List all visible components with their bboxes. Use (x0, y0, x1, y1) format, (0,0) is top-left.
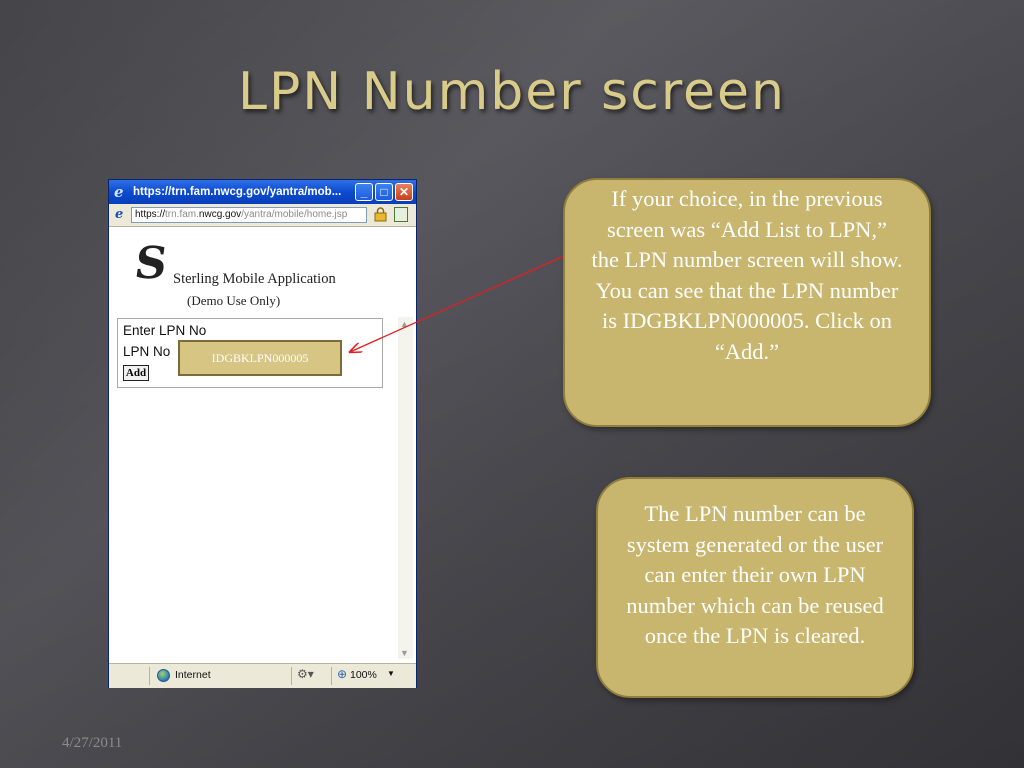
address-bar: e https://trn.fam.nwcg.gov/yantra/mobile… (109, 204, 416, 227)
close-button[interactable]: ✕ (395, 183, 413, 201)
page-report-icon[interactable] (394, 207, 408, 222)
scroll-up-icon[interactable]: ▲ (400, 319, 409, 329)
slide-date: 4/27/2011 (62, 735, 123, 751)
add-button[interactable]: Add (123, 365, 149, 381)
page-favicon-icon: e (115, 207, 124, 222)
form-heading: Enter LPN No (123, 323, 207, 338)
zoom-level[interactable]: 100% (350, 669, 377, 681)
slide-title: LPN Number screen (237, 62, 787, 122)
sterling-logo-icon: S (131, 238, 171, 289)
callout-lpn-generation: The LPN number can be system generated o… (596, 477, 914, 698)
chevron-down-icon[interactable]: ▼ (387, 669, 395, 678)
browser-titlebar[interactable]: e https://trn.fam.nwcg.gov/yantra/mob...… (109, 180, 416, 204)
status-separator (331, 667, 332, 685)
lpn-label: LPN No (123, 344, 171, 359)
minimize-button[interactable]: _ (355, 183, 373, 201)
status-zone: Internet (175, 669, 211, 681)
address-path: /yantra/mobile/home.jsp (241, 209, 348, 220)
scroll-down-icon[interactable]: ▼ (400, 648, 409, 658)
vertical-scrollbar[interactable] (398, 317, 413, 659)
zoom-icon[interactable]: ⊕ (337, 667, 347, 681)
lpn-value-highlight: IDGBKLPN000005 (178, 340, 342, 376)
address-host-dim: trn.fam. (165, 209, 199, 220)
callout-lpn-screen: If your choice, in the previous screen w… (563, 178, 931, 427)
lock-icon[interactable] (373, 207, 388, 222)
maximize-button[interactable]: □ (375, 183, 393, 201)
address-input[interactable]: https://trn.fam.nwcg.gov/yantra/mobile/h… (131, 207, 367, 223)
ie-logo-icon: e (114, 183, 124, 201)
globe-icon (157, 669, 170, 682)
status-separator (291, 667, 292, 685)
status-bar: Internet ⚙▾ ⊕ 100% ▼ (109, 663, 416, 688)
status-separator (149, 667, 150, 685)
address-host: nwcg.gov (198, 209, 242, 220)
protected-mode-icon[interactable]: ⚙▾ (297, 667, 314, 681)
address-prefix: https:// (135, 209, 166, 220)
browser-window: e https://trn.fam.nwcg.gov/yantra/mob...… (108, 179, 417, 688)
app-subtitle: (Demo Use Only) (187, 293, 281, 308)
browser-window-title: https://trn.fam.nwcg.gov/yantra/mob... (133, 186, 342, 198)
app-title: Sterling Mobile Application (173, 271, 336, 287)
page-content: S Sterling Mobile Application (Demo Use … (109, 227, 416, 663)
